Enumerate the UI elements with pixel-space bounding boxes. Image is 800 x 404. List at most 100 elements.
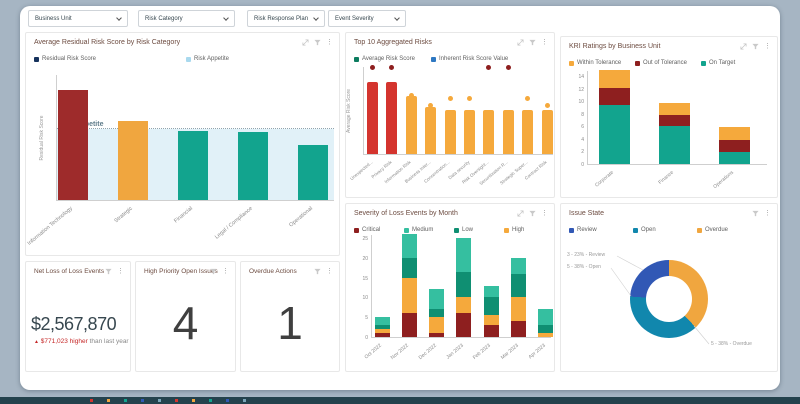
plot-area <box>587 71 767 165</box>
stack-segment[interactable] <box>484 297 499 315</box>
stack-segment[interactable] <box>375 329 390 333</box>
stack-segment[interactable] <box>538 325 553 333</box>
kebab-menu-icon[interactable]: ⋮ <box>326 268 333 275</box>
bar[interactable] <box>298 145 328 200</box>
bar[interactable] <box>238 132 268 200</box>
y-axis-tick: 0 <box>566 162 584 168</box>
y-axis-tick: 20 <box>350 256 368 262</box>
filter-risk-response-plan[interactable]: Risk Response Plan <box>247 10 325 27</box>
bar[interactable] <box>503 110 514 154</box>
x-axis-label: Apr 2023 <box>527 343 546 361</box>
scatter-point[interactable] <box>370 65 375 70</box>
y-axis-tick: 5 <box>350 315 368 321</box>
stack-segment[interactable] <box>484 315 499 325</box>
chevron-down-icon <box>223 15 229 21</box>
panel-severity: Severity of Loss Events by Month ⋮ Criti… <box>345 203 555 372</box>
issue-state-donut: 5 - 38% - Overdue5 - 38% - Open3 - 23% -… <box>561 204 777 371</box>
bar[interactable] <box>542 110 553 154</box>
stack-segment[interactable] <box>402 313 417 337</box>
y-axis-tick: 10 <box>566 99 584 105</box>
kebab-menu-icon[interactable]: ⋮ <box>222 268 229 275</box>
stack-segment[interactable] <box>538 333 553 337</box>
panel-issue-state: Issue State ⋮ ReviewOpenOverdue 5 - 38% … <box>560 203 778 372</box>
stack-segment[interactable] <box>429 317 444 333</box>
stack-segment[interactable] <box>375 325 390 329</box>
y-axis-tick: 25 <box>350 236 368 242</box>
bar[interactable] <box>445 110 456 154</box>
bar[interactable] <box>386 82 397 154</box>
taskbar[interactable] <box>0 397 800 404</box>
x-axis-label: Oct 2022 <box>364 343 383 361</box>
filter-event-severity[interactable]: Event Severity <box>328 10 406 27</box>
up-arrow-icon: ▲ <box>34 339 39 345</box>
bar[interactable] <box>483 110 494 154</box>
kpi-value: 1 <box>241 296 339 350</box>
donut-callout: 5 - 38% - Overdue <box>711 341 752 347</box>
stack-segment[interactable] <box>456 238 471 272</box>
scatter-point[interactable] <box>389 65 394 70</box>
filter-icon[interactable] <box>210 268 217 275</box>
bar[interactable] <box>178 131 208 200</box>
bar[interactable] <box>406 96 417 154</box>
stack-segment[interactable] <box>538 309 553 325</box>
bar[interactable] <box>464 110 475 154</box>
scatter-point[interactable] <box>486 65 491 70</box>
filter-label: Business Unit <box>35 16 72 22</box>
donut-callout: 3 - 23% - Review <box>567 252 605 258</box>
bar[interactable] <box>118 121 148 200</box>
bar[interactable] <box>58 90 88 200</box>
stack-segment[interactable] <box>402 258 417 278</box>
stack-segment[interactable] <box>659 115 690 127</box>
bar[interactable] <box>367 82 378 154</box>
stack-segment[interactable] <box>511 274 526 298</box>
stack-segment[interactable] <box>402 278 417 314</box>
stack-segment[interactable] <box>511 297 526 321</box>
panel-toolbar: ⋮ <box>314 267 333 275</box>
stack-segment[interactable] <box>659 126 690 164</box>
stack-segment[interactable] <box>402 234 417 258</box>
y-axis-tick: 2 <box>566 149 584 155</box>
stack-segment[interactable] <box>375 317 390 325</box>
stack-segment[interactable] <box>719 152 750 164</box>
filter-icon[interactable] <box>314 268 321 275</box>
stack-segment[interactable] <box>719 140 750 153</box>
stack-segment[interactable] <box>484 286 499 298</box>
stack-segment[interactable] <box>659 103 690 115</box>
stack-segment[interactable] <box>511 258 526 274</box>
stack-segment[interactable] <box>375 333 390 337</box>
stack-segment[interactable] <box>484 325 499 337</box>
stack-segment[interactable] <box>719 127 750 140</box>
stack-segment[interactable] <box>599 70 630 88</box>
stack-segment[interactable] <box>599 105 630 164</box>
residual-risk-chart: Risk AppetiteInformation TechnologyStrat… <box>26 33 339 255</box>
stack-segment[interactable] <box>429 289 444 309</box>
panel-title: High Priority Open Issues <box>144 268 218 275</box>
filter-icon[interactable] <box>105 268 112 275</box>
scatter-point[interactable] <box>409 93 414 98</box>
stack-segment[interactable] <box>599 88 630 105</box>
desktop: { "filters": { "items": [ {"label": "Bus… <box>0 0 800 404</box>
dashboard-window: Business Unit Risk Category Risk Respons… <box>20 6 780 390</box>
stack-segment[interactable] <box>511 321 526 337</box>
stack-segment[interactable] <box>456 297 471 313</box>
filter-business-unit[interactable]: Business Unit <box>28 10 128 27</box>
stack-segment[interactable] <box>456 272 471 298</box>
scatter-point[interactable] <box>506 65 511 70</box>
kebab-menu-icon[interactable]: ⋮ <box>117 268 124 275</box>
filter-risk-category[interactable]: Risk Category <box>138 10 235 27</box>
stack-segment[interactable] <box>456 313 471 337</box>
filter-label: Event Severity <box>335 16 374 22</box>
scatter-point[interactable] <box>525 96 530 101</box>
stack-segment[interactable] <box>429 309 444 317</box>
kpi-delta-value: $771,023 higher <box>41 338 88 345</box>
filter-label: Risk Category <box>145 16 183 22</box>
bar[interactable] <box>522 110 533 154</box>
chevron-down-icon <box>313 15 319 21</box>
scatter-point[interactable] <box>545 103 550 108</box>
stack-segment[interactable] <box>429 333 444 337</box>
scatter-point[interactable] <box>467 96 472 101</box>
x-axis-label: Jan 2023 <box>445 343 465 361</box>
x-axis-label: Legal / Compliance <box>214 206 254 241</box>
bar[interactable] <box>425 107 436 154</box>
scatter-point[interactable] <box>448 96 453 101</box>
